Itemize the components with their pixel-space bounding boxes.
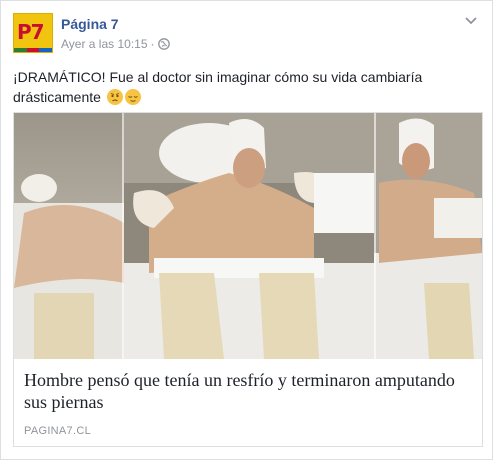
anxious-face-icon [106, 89, 123, 105]
avatar-stripe-green [14, 48, 27, 52]
facebook-post: P7 Página 7 Ayer a las 10:15 · ¡DRAMÁTICO… [0, 0, 493, 460]
link-title[interactable]: Hombre pensó que tenía un resfrío y term… [24, 369, 474, 413]
chevron-down-icon[interactable] [464, 14, 478, 28]
post-meta: Ayer a las 10:15 · [61, 37, 170, 53]
page-avatar[interactable]: P7 [13, 13, 53, 53]
page-name-link[interactable]: Página 7 [61, 16, 119, 32]
link-preview-card[interactable]: Hombre pensó que tenía un resfrío y term… [13, 112, 483, 447]
post-message-text: ¡DRAMÁTICO! Fue al doctor sin imaginar c… [13, 69, 423, 105]
globe-icon[interactable] [157, 38, 170, 53]
avatar-stripe-red [26, 48, 40, 52]
link-preview-image[interactable] [14, 113, 482, 359]
relieved-face-icon [124, 89, 141, 105]
avatar-logo-text: P7 [17, 20, 45, 44]
meta-separator: · [150, 37, 155, 51]
post-message: ¡DRAMÁTICO! Fue al doctor sin imaginar c… [13, 67, 483, 107]
link-domain: PAGINA7.CL [24, 425, 91, 437]
avatar-stripe-blue [39, 48, 52, 52]
post-timestamp[interactable]: Ayer a las 10:15 [61, 37, 148, 51]
